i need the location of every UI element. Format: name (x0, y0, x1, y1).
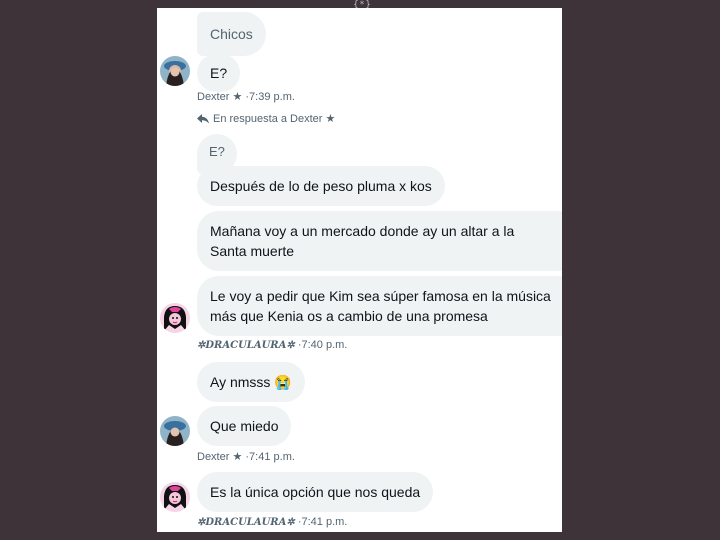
message-bubble[interactable]: Es la única opción que nos queda (197, 472, 434, 512)
message-text: Le voy a pedir que Kim sea súper famosa … (210, 288, 551, 324)
message-bubble[interactable]: Que miedo (197, 406, 292, 446)
timestamp: ·7:40 p.m. (297, 339, 348, 351)
sender-name[interactable]: ✲DRACULAURA✲ (197, 517, 295, 528)
message-bubble[interactable]: Chicos (197, 12, 266, 56)
message-meta: ✲DRACULAURA✲ ·7:41 p.m. (197, 516, 347, 528)
timestamp: ·7:41 p.m. (245, 451, 295, 463)
dexter-avatar[interactable] (160, 56, 190, 86)
message-text: Ay nmsss 😭 (210, 374, 292, 390)
reply-label: En respuesta a Dexter ★ (213, 113, 336, 125)
dexter-avatar[interactable] (160, 416, 190, 446)
message-text: Es la única opción que nos queda (210, 484, 421, 500)
avatar-image-icon (160, 482, 190, 512)
avatar-image-icon (160, 303, 190, 333)
chat-panel: Chicos E? Dexter ★ ·7:39 p.m. En respues… (157, 8, 562, 532)
timestamp: ·7:39 p.m. (245, 91, 295, 103)
avatar-image-icon (160, 56, 190, 86)
message-bubble[interactable]: E? (197, 54, 241, 92)
message-text: Mañana voy a un mercado donde ay un alta… (210, 223, 515, 259)
message-meta: Dexter ★ ·7:39 p.m. (197, 90, 295, 103)
draculaura-avatar[interactable] (160, 482, 190, 512)
draculaura-avatar[interactable] (160, 303, 190, 333)
message-meta: ✲DRACULAURA✲ ·7:40 p.m. (197, 339, 347, 351)
message-text: Chicos (210, 26, 253, 42)
message-meta: Dexter ★ ·7:41 p.m. (197, 450, 295, 463)
message-bubble[interactable]: Le voy a pedir que Kim sea súper famosa … (197, 276, 562, 336)
avatar-image-icon (160, 416, 190, 446)
reply-arrow-icon (197, 113, 209, 123)
sender-name[interactable]: Dexter ★ (197, 91, 242, 103)
message-text: Después de lo de peso pluma x kos (210, 178, 432, 194)
sender-name[interactable]: Dexter ★ (197, 451, 242, 463)
sender-name[interactable]: ✲DRACULAURA✲ (197, 340, 295, 351)
timestamp: ·7:41 p.m. (297, 516, 348, 528)
message-text: Que miedo (210, 418, 279, 434)
message-text: E? (210, 65, 228, 81)
message-bubble[interactable]: Ay nmsss 😭 (197, 362, 305, 402)
reply-indicator[interactable]: En respuesta a Dexter ★ (197, 112, 335, 125)
quoted-text: E? (209, 144, 225, 159)
message-bubble[interactable]: Después de lo de peso pluma x kos (197, 166, 445, 206)
message-bubble[interactable]: Mañana voy a un mercado donde ay un alta… (197, 211, 562, 271)
